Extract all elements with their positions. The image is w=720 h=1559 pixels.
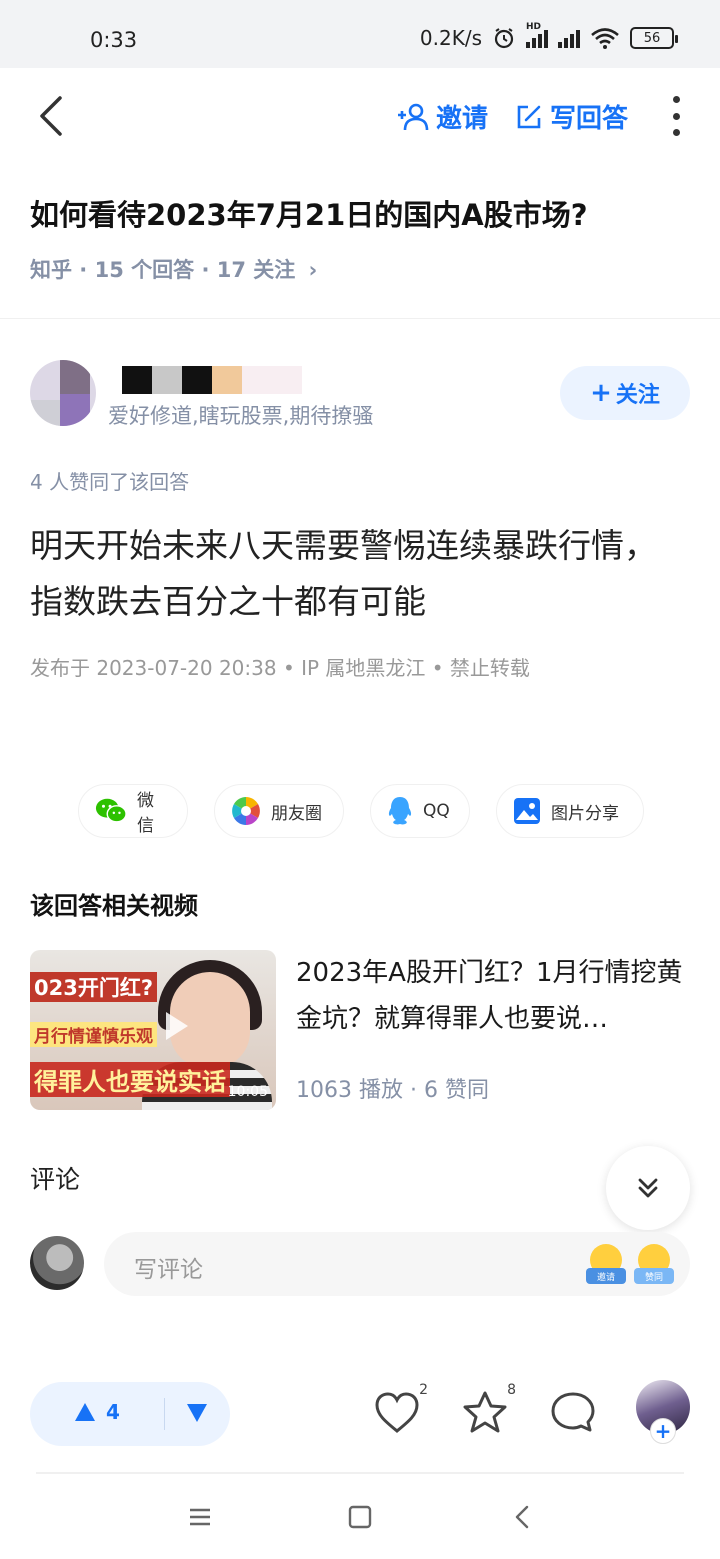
plus-icon: + xyxy=(650,1418,676,1444)
question-title[interactable]: 如何看待2023年7月21日的国内A股市场? xyxy=(30,192,588,234)
agree-emoji-icon[interactable]: 赞同 xyxy=(634,1242,674,1286)
answer-content: 明天开始未来八天需要警惕连续暴跌行情，指数跌去百分之十都有可能 xyxy=(30,526,657,621)
menu-icon[interactable] xyxy=(180,1502,220,1532)
like-button[interactable]: 2 xyxy=(372,1382,428,1438)
qq-icon xyxy=(388,797,412,825)
system-back-icon[interactable] xyxy=(502,1502,542,1532)
author-name-blurred[interactable] xyxy=(122,366,302,394)
upvote-count: 4 xyxy=(106,1400,120,1424)
upvote-summary: 4 人赞同了该回答 xyxy=(30,470,190,494)
plus-icon: + xyxy=(590,378,612,408)
share-qq-button[interactable]: QQ xyxy=(370,784,470,838)
heart-icon xyxy=(375,1392,419,1433)
question-meta[interactable]: 知乎 · 15 个回答 · 17 关注 › xyxy=(30,254,317,284)
comments-label: 评论 xyxy=(30,1165,81,1194)
comment-bubble-icon xyxy=(551,1392,595,1432)
image-share-icon xyxy=(514,798,540,824)
agree-emoji-label: 赞同 xyxy=(634,1268,674,1284)
favorite-button[interactable]: 8 xyxy=(460,1382,516,1438)
star-icon xyxy=(463,1391,507,1433)
user-avatar[interactable] xyxy=(30,1236,84,1290)
video-stats: 1063 播放 · 6 赞同 xyxy=(296,1078,489,1103)
chevron-right-icon: › xyxy=(308,258,318,282)
write-answer-button[interactable]: 写回答 xyxy=(514,98,628,135)
thumb-caption-2: 月行情谨慎乐观 xyxy=(30,1022,157,1047)
thumb-caption-3: 得罪人也要说实话 xyxy=(30,1062,230,1097)
hd-signal: HD xyxy=(526,22,548,48)
upvote-button[interactable]: 4 xyxy=(74,1400,120,1424)
battery-icon: 56 xyxy=(630,27,678,49)
scroll-next-button[interactable] xyxy=(606,1146,690,1230)
play-icon xyxy=(166,1012,188,1040)
question-meta-text: 知乎 · 15 个回答 · 17 关注 xyxy=(30,258,296,282)
share-wechat-button[interactable]: 微信 xyxy=(78,784,188,838)
invite-emoji-label: 邀请 xyxy=(586,1268,626,1284)
share-image-label: 图片分享 xyxy=(551,803,619,824)
author-profile-button[interactable]: + xyxy=(636,1380,690,1444)
add-user-icon xyxy=(398,103,429,130)
video-title[interactable]: 2023年A股开门红？1月行情挖黄金坑？就算得罪人也要说… xyxy=(296,950,696,1042)
wechat-icon xyxy=(95,798,127,823)
edit-icon xyxy=(517,105,541,128)
video-duration: 10:05 xyxy=(227,1084,268,1100)
top-nav: 邀请 写回答 xyxy=(0,68,720,164)
more-icon[interactable] xyxy=(668,96,684,136)
triangle-up-icon xyxy=(75,1403,95,1421)
status-icons: 0.2K/s HD 56 xyxy=(419,22,678,50)
favorite-count: 8 xyxy=(507,1382,516,1398)
system-nav-bar xyxy=(0,1476,720,1559)
related-videos-heading: 该回答相关视频 xyxy=(30,892,198,920)
video-thumbnail[interactable]: 023开门红? 月行情谨慎乐观 得罪人也要说实话 10:05 xyxy=(30,950,276,1110)
invite-label: 邀请 xyxy=(436,104,489,134)
share-row: 微信 朋友圈 QQ 图片分享 xyxy=(78,784,644,838)
invite-emoji-icon[interactable]: 邀请 xyxy=(586,1242,626,1286)
share-image-button[interactable]: 图片分享 xyxy=(496,784,644,838)
publish-info: 发布于 2023-07-20 20:38 • IP 属地黑龙江 • 禁止转载 xyxy=(30,656,530,680)
share-qq-label: QQ xyxy=(423,801,450,821)
double-chevron-down-icon xyxy=(638,1178,658,1198)
share-moments-button[interactable]: 朋友圈 xyxy=(214,784,344,838)
invite-button[interactable]: 邀请 xyxy=(396,98,488,135)
status-bar: 0:33 0.2K/s HD 56 xyxy=(0,0,720,68)
signal-icon-2 xyxy=(558,28,580,48)
share-wechat-label: 微信 xyxy=(137,791,154,836)
divider xyxy=(0,318,720,319)
alarm-icon xyxy=(494,28,514,49)
net-speed: 0.2K/s xyxy=(419,26,482,50)
author-bio: 爱好修道,瞎玩股票,期待撩骚 xyxy=(108,404,374,428)
vote-pill: 4 xyxy=(30,1382,230,1446)
wifi-icon xyxy=(591,28,619,49)
thumb-caption-1: 023开门红? xyxy=(30,972,158,1002)
home-icon[interactable] xyxy=(340,1502,380,1532)
comment-input[interactable]: 写评论 邀请 赞同 xyxy=(104,1232,690,1296)
status-time: 0:33 xyxy=(90,28,138,52)
back-icon[interactable] xyxy=(34,94,74,138)
moments-icon xyxy=(232,797,260,825)
comment-placeholder: 写评论 xyxy=(134,1257,203,1283)
author-avatar[interactable] xyxy=(30,360,96,426)
hd-label: HD xyxy=(526,22,542,32)
comment-button[interactable] xyxy=(548,1388,598,1438)
follow-label: 关注 xyxy=(615,383,660,408)
write-answer-label: 写回答 xyxy=(550,104,629,134)
downvote-icon[interactable] xyxy=(186,1400,208,1428)
share-moments-label: 朋友圈 xyxy=(271,803,322,824)
like-count: 2 xyxy=(419,1382,428,1398)
divider xyxy=(36,1472,684,1474)
follow-button[interactable]: + 关注 xyxy=(560,366,690,420)
